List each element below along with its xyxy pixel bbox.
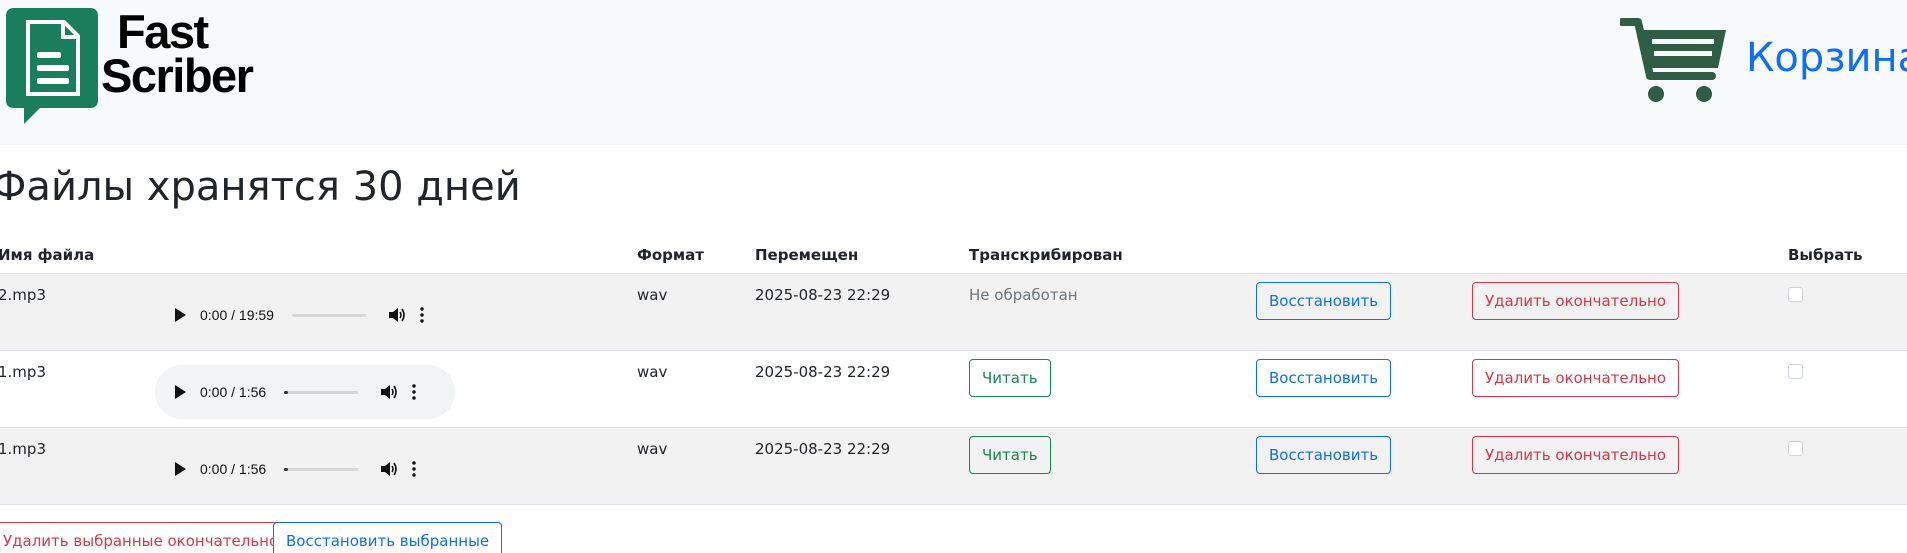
restore-button[interactable]: Восстановить	[1256, 359, 1392, 397]
file-format: wav	[637, 363, 668, 381]
restore-button[interactable]: Восстановить	[1256, 436, 1392, 474]
file-name: 2.mp3	[0, 286, 46, 304]
read-button[interactable]: Читать	[969, 359, 1051, 397]
moved-date: 2025-08-23 22:29	[755, 363, 891, 381]
volume-icon[interactable]	[388, 307, 406, 323]
more-options-icon[interactable]	[412, 384, 416, 400]
more-options-icon[interactable]	[412, 461, 416, 477]
logo-line-scriber: Scriber	[101, 49, 254, 102]
delete-selected-button[interactable]: Удалить выбранные окончательно	[0, 522, 292, 553]
site-header: Fast Scriber Корзина	[0, 0, 1907, 145]
col-header-format: Формат	[637, 246, 704, 264]
restore-selected-button[interactable]: Восстановить выбранные	[273, 522, 503, 553]
page-title: Файлы хранятся 30 дней	[0, 164, 521, 210]
table-row: 1.mp3 0:00 / 1:56 wav 2025-08-23 22:29 Ч…	[0, 351, 1907, 428]
audio-progress-fill	[284, 467, 288, 471]
col-header-name: Имя файла	[0, 246, 95, 264]
select-checkbox[interactable]	[1788, 364, 1803, 379]
audio-time: 0:00 / 19:59	[200, 307, 274, 323]
audio-time: 0:00 / 1:56	[200, 461, 267, 477]
audio-progress-fill	[284, 390, 288, 394]
col-header-transcribed: Транскрибирован	[969, 246, 1123, 264]
audio-player[interactable]: 0:00 / 1:56	[155, 365, 455, 419]
audio-time: 0:00 / 1:56	[200, 384, 267, 400]
transcription-status: Не обработан	[969, 286, 1078, 304]
logo-wordmark: Fast Scriber	[101, 5, 254, 102]
select-checkbox[interactable]	[1788, 441, 1803, 456]
audio-progress-track[interactable]	[291, 313, 366, 317]
play-icon[interactable]	[175, 462, 186, 476]
file-name: 1.mp3	[0, 363, 46, 381]
logo-line-fast: Fast	[117, 5, 209, 58]
table-row: 2.mp3 0:00 / 19:59 wav 2025-08-23 22:29 …	[0, 274, 1907, 351]
more-options-icon[interactable]	[420, 307, 424, 323]
audio-player[interactable]: 0:00 / 1:56	[155, 442, 455, 496]
table-row: 1.mp3 0:00 / 1:56 wav 2025-08-23 22:29 Ч…	[0, 428, 1907, 505]
select-checkbox[interactable]	[1788, 287, 1803, 302]
audio-progress-track[interactable]	[284, 467, 359, 471]
delete-permanently-button[interactable]: Удалить окончательно	[1472, 359, 1680, 397]
restore-button[interactable]: Восстановить	[1256, 282, 1392, 320]
cart-label[interactable]: Корзина	[1746, 35, 1907, 81]
cart-icon	[1620, 18, 1726, 102]
play-icon[interactable]	[175, 385, 186, 399]
audio-player[interactable]: 0:00 / 19:59	[155, 288, 455, 342]
volume-icon[interactable]	[380, 461, 398, 477]
cart-link[interactable]: Корзина	[1620, 18, 1907, 104]
delete-permanently-button[interactable]: Удалить окончательно	[1472, 436, 1680, 474]
volume-icon[interactable]	[380, 384, 398, 400]
audio-progress-track[interactable]	[284, 390, 359, 394]
play-icon[interactable]	[175, 308, 186, 322]
read-button[interactable]: Читать	[969, 436, 1051, 474]
delete-permanently-button[interactable]: Удалить окончательно	[1472, 282, 1680, 320]
moved-date: 2025-08-23 22:29	[755, 286, 891, 304]
moved-date: 2025-08-23 22:29	[755, 440, 891, 458]
file-format: wav	[637, 440, 668, 458]
col-header-moved: Перемещен	[755, 246, 859, 264]
file-name: 1.mp3	[0, 440, 46, 458]
file-format: wav	[637, 286, 668, 304]
col-header-select: Выбрать	[1788, 246, 1863, 264]
